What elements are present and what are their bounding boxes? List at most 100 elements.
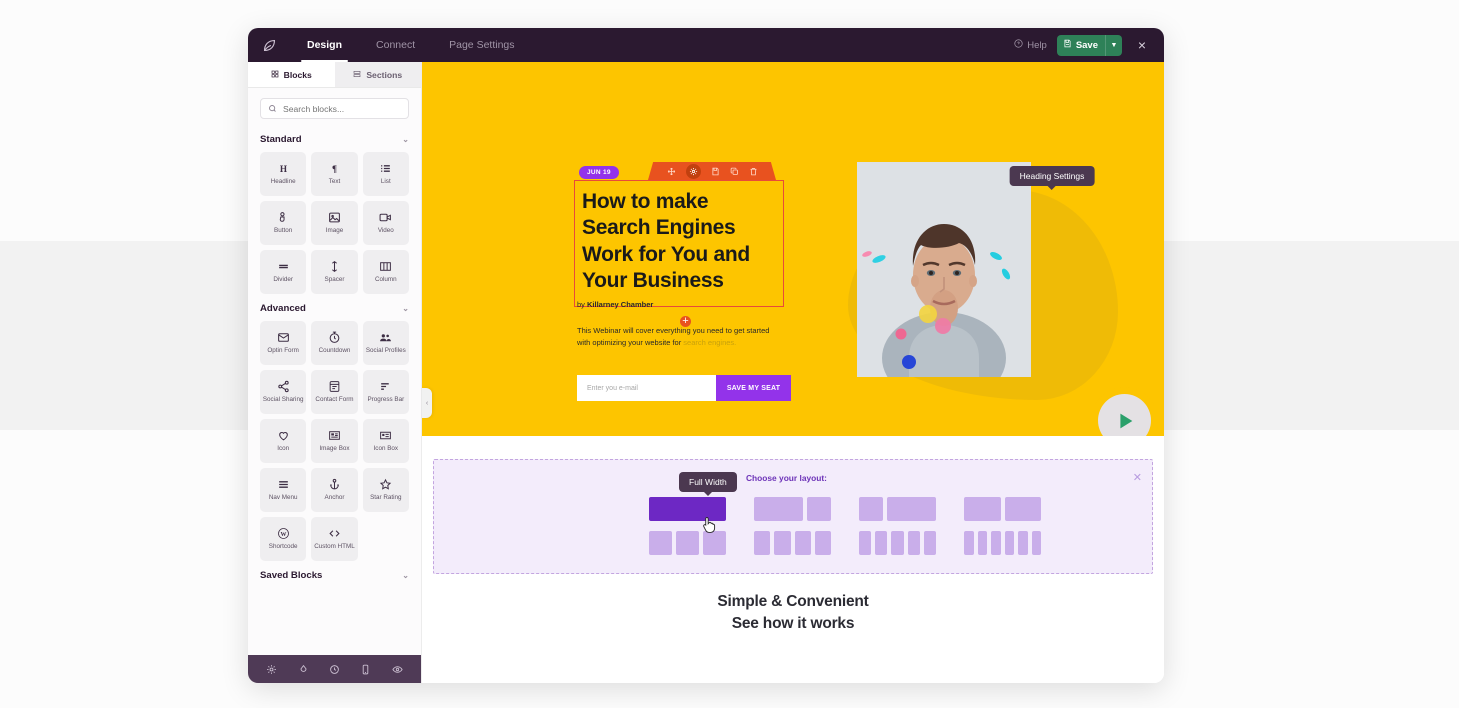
block-label: Custom HTML bbox=[314, 543, 355, 551]
element-toolbar bbox=[648, 162, 776, 180]
block-icon-box[interactable]: Icon Box bbox=[362, 419, 409, 463]
block-label: Shortcode bbox=[268, 543, 298, 551]
save-dropdown-caret[interactable]: ▼ bbox=[1105, 34, 1122, 56]
block-countdown[interactable]: Countdown bbox=[311, 321, 358, 365]
hamburger-icon bbox=[277, 478, 290, 491]
gear-icon[interactable] bbox=[266, 664, 277, 675]
block-text[interactable]: ¶ Text bbox=[311, 152, 358, 196]
block-label: Icon bbox=[277, 445, 290, 453]
block-label: Countdown bbox=[318, 347, 351, 355]
block-nav-menu[interactable]: Nav Menu bbox=[260, 468, 307, 512]
sidebar-tab-blocks[interactable]: Blocks bbox=[248, 62, 335, 87]
email-field[interactable]: Enter you e-mail bbox=[577, 375, 716, 401]
close-icon[interactable]: ✕ bbox=[1133, 471, 1142, 484]
heart-icon bbox=[277, 429, 290, 442]
block-grid-advanced: Optin Form Countdown Social Profiles Soc… bbox=[260, 321, 409, 561]
theme-droplet-icon[interactable] bbox=[298, 664, 309, 675]
search-blocks-box[interactable] bbox=[260, 98, 409, 119]
block-contact-form[interactable]: Contact Form bbox=[311, 370, 358, 414]
block-list[interactable]: List bbox=[362, 152, 409, 196]
hero-subtext-main: This Webinar will cover everything you n… bbox=[577, 326, 770, 348]
block-social-profiles[interactable]: Social Profiles bbox=[362, 321, 409, 365]
tab-design[interactable]: Design bbox=[290, 28, 359, 62]
code-icon bbox=[328, 527, 341, 540]
footer-heading-line2: See how it works bbox=[731, 614, 855, 632]
sidebar-scroll-area[interactable]: Standard ⌄ H Headline ¶ Text List Button… bbox=[248, 125, 421, 655]
play-icon bbox=[1098, 394, 1151, 436]
footer-heading: Simple & Convenient See how it works bbox=[422, 591, 1164, 634]
watch-video-play-button[interactable] bbox=[1091, 387, 1158, 436]
block-optin-form[interactable]: Optin Form bbox=[260, 321, 307, 365]
block-headline[interactable]: H Headline bbox=[260, 152, 307, 196]
device-mobile-icon[interactable] bbox=[360, 664, 371, 675]
headline-element[interactable]: How to make Search Engines Work for You … bbox=[574, 180, 784, 307]
sidebar-collapse-handle[interactable]: ‹ bbox=[422, 388, 432, 418]
sidebar-tab-sections[interactable]: Sections bbox=[334, 62, 421, 87]
close-button[interactable]: × bbox=[1132, 35, 1152, 55]
block-anchor[interactable]: Anchor bbox=[311, 468, 358, 512]
duplicate-icon[interactable] bbox=[730, 167, 739, 176]
save-button-group[interactable]: Save ▼ bbox=[1056, 34, 1122, 56]
video-icon bbox=[379, 211, 392, 224]
block-divider[interactable]: Divider bbox=[260, 250, 307, 294]
sidebar-tabs: Blocks Sections bbox=[248, 62, 421, 88]
tab-page-settings[interactable]: Page Settings bbox=[432, 28, 531, 62]
layout-option-two-columns[interactable] bbox=[964, 497, 1041, 521]
tab-connect[interactable]: Connect bbox=[359, 28, 432, 62]
block-star-rating[interactable]: Star Rating bbox=[362, 468, 409, 512]
block-label: Divider bbox=[273, 276, 293, 284]
group-header-standard[interactable]: Standard ⌄ bbox=[260, 125, 409, 152]
group-title-advanced: Advanced bbox=[260, 303, 306, 314]
sidebar-search-wrap bbox=[248, 88, 421, 125]
optin-form-row: Enter you e-mail SAVE MY SEAT bbox=[577, 375, 791, 401]
preview-eye-icon[interactable] bbox=[392, 664, 403, 675]
progress-bar-icon bbox=[379, 380, 392, 393]
history-icon[interactable] bbox=[329, 664, 340, 675]
block-spacer[interactable]: Spacer bbox=[311, 250, 358, 294]
hero-portrait-image[interactable] bbox=[857, 162, 1031, 377]
share-icon bbox=[277, 380, 290, 393]
layout-option-two-thirds-one-third[interactable] bbox=[754, 497, 831, 521]
layout-option-six-columns[interactable] bbox=[964, 531, 1041, 555]
layout-option-three-columns[interactable] bbox=[649, 531, 726, 555]
layout-option-one-third-two-thirds[interactable] bbox=[859, 497, 936, 521]
hero-subtext-dim: search engines. bbox=[683, 338, 737, 348]
search-input[interactable] bbox=[283, 103, 401, 114]
group-header-saved-blocks[interactable]: Saved Blocks ⌄ bbox=[260, 561, 409, 588]
block-custom-html[interactable]: Custom HTML bbox=[311, 517, 358, 561]
move-icon[interactable] bbox=[667, 167, 676, 176]
block-video[interactable]: Video bbox=[362, 201, 409, 245]
hero-section[interactable]: JUN 19 Heading Settings How to make Sear… bbox=[422, 62, 1164, 436]
block-image-box[interactable]: Image Box bbox=[311, 419, 358, 463]
save-label: Save bbox=[1075, 39, 1098, 51]
save-my-seat-button[interactable]: SAVE MY SEAT bbox=[716, 375, 791, 401]
delete-icon[interactable] bbox=[749, 167, 758, 176]
block-button[interactable]: Button bbox=[260, 201, 307, 245]
sidebar: Blocks Sections Search blocks... Standar… bbox=[248, 62, 422, 683]
block-column[interactable]: Column bbox=[362, 250, 409, 294]
contact-form-icon bbox=[328, 380, 341, 393]
leaf-logo-icon[interactable] bbox=[248, 37, 290, 54]
app-window: Design Connect Page Settings Help Save ▼… bbox=[248, 28, 1164, 683]
block-grid-standard: H Headline ¶ Text List Button Image Vide… bbox=[260, 152, 409, 294]
block-label: Optin Form bbox=[267, 347, 299, 355]
block-shortcode[interactable]: W Shortcode bbox=[260, 517, 307, 561]
group-header-advanced[interactable]: Advanced ⌄ bbox=[260, 294, 409, 321]
gear-icon[interactable] bbox=[685, 163, 701, 179]
block-image[interactable]: Image bbox=[311, 201, 358, 245]
help-button[interactable]: Help bbox=[1014, 39, 1047, 51]
layout-option-four-columns[interactable] bbox=[754, 531, 831, 555]
block-label: Anchor bbox=[324, 494, 345, 502]
block-social-sharing[interactable]: Social Sharing bbox=[260, 370, 307, 414]
block-label: Headline bbox=[270, 178, 296, 186]
plus-circle-icon[interactable]: + bbox=[678, 314, 693, 329]
block-icon[interactable]: Icon bbox=[260, 419, 307, 463]
save-button[interactable]: Save bbox=[1057, 39, 1105, 51]
group-title-standard: Standard bbox=[260, 134, 302, 145]
block-label: Nav Menu bbox=[268, 494, 298, 502]
block-label: Progress Bar bbox=[367, 396, 405, 404]
block-progress-bar[interactable]: Progress Bar bbox=[362, 370, 409, 414]
save-block-icon[interactable] bbox=[711, 167, 720, 176]
layout-option-five-columns[interactable] bbox=[859, 531, 937, 555]
spacer-icon bbox=[328, 260, 341, 273]
